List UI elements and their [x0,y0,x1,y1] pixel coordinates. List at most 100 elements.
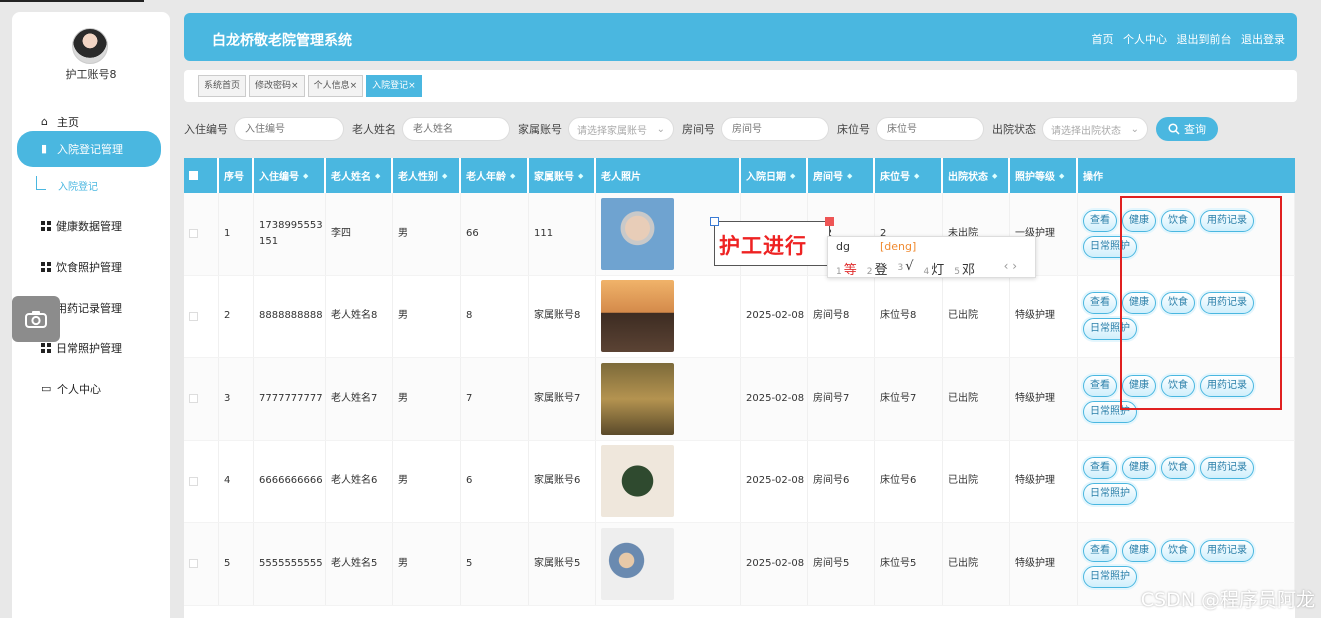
view-button[interactable]: 查看 [1083,539,1117,562]
medication-record-button[interactable]: 用药记录 [1200,539,1254,562]
checkin-code-input[interactable] [234,117,344,141]
ime-candidate[interactable]: 1等 [836,259,857,278]
checkbox[interactable] [189,559,198,569]
sort-icon[interactable]: ◆ [914,172,919,180]
elder-photo[interactable] [601,445,674,518]
bed-input[interactable] [876,117,984,141]
checkbox[interactable] [189,171,198,180]
medication-record-button[interactable]: 用药记录 [1200,457,1254,480]
row-select-cell [184,275,219,357]
sort-icon[interactable]: ◆ [1059,172,1064,180]
close-icon[interactable]: × [350,81,358,91]
checkbox[interactable] [189,394,198,404]
ime-candidate-word: 灯 [931,263,945,278]
sort-icon[interactable]: ◆ [375,172,380,180]
col-header[interactable]: 入住编号 ◆ [254,158,326,193]
elder-photo[interactable] [601,197,674,270]
col-header[interactable]: 入院日期 ◆ [741,158,808,193]
sort-icon[interactable]: ◆ [442,172,447,180]
ime-candidate[interactable]: 4灯 [924,259,945,278]
sidebar-item-diet[interactable]: 饮食照护管理 [17,249,161,285]
cell-family: 家属账号6 [529,440,596,522]
elder-photo[interactable] [601,280,674,353]
sidebar-item-health[interactable]: 健康数据管理 [17,208,161,244]
diet-button[interactable]: 饮食 [1161,539,1195,562]
query-button-label: 查询 [1184,123,1206,136]
header-link-logout[interactable]: 退出登录 [1241,33,1285,46]
sidebar-subitem-admission-register[interactable]: 入院登记 [32,176,162,198]
col-header[interactable]: 床位号 ◆ [875,158,943,193]
card-icon: ▭ [41,382,52,395]
query-button[interactable]: 查询 [1156,117,1218,141]
ime-candidate[interactable]: 5邓 [954,259,975,278]
col-header[interactable]: 老人性别 ◆ [393,158,461,193]
tab-personal-info[interactable]: 个人信息× [307,75,364,97]
view-button[interactable]: 查看 [1083,209,1117,232]
ime-candidate-number: 4 [923,267,930,277]
text-annotation-box[interactable]: 护工进行 [710,217,834,266]
discharge-status-select[interactable]: 请选择出院状态 ⌄ [1042,117,1148,141]
family-account-select[interactable]: 请选择家属账号 ⌄ [568,117,674,141]
sort-icon[interactable]: ◆ [847,172,852,180]
screenshot-camera-button[interactable] [12,296,60,342]
elder-photo[interactable] [601,527,674,600]
tab-label: 个人信息 [313,81,350,91]
room-input[interactable] [721,117,829,141]
table-row: 4 6666666666 老人姓名6 男 6 家属账号6 2025-02-08 房间号6 床位号… [184,440,1295,523]
checkbox[interactable] [189,229,198,239]
header-link-profile[interactable]: 个人中心 [1123,33,1167,46]
cell-code: 8888888888 [254,275,326,357]
col-header[interactable]: 照护等级 ◆ [1010,158,1078,193]
elder-name-input[interactable] [402,117,510,141]
close-icon[interactable]: × [291,81,299,91]
header-link-home[interactable]: 首页 [1092,33,1114,46]
cell-code: 6666666666 [254,440,326,522]
tree-branch-line [36,176,46,190]
tab-system-home[interactable]: 系统首页 [198,75,247,97]
watermark: CSDN @程序员阿龙 [1140,589,1315,611]
book-icon: ▮ [41,142,48,155]
elder-photo[interactable] [601,362,674,435]
sort-icon[interactable]: ◆ [510,172,515,180]
col-header[interactable]: 家属账号 ◆ [529,158,596,193]
view-button[interactable]: 查看 [1083,457,1117,480]
col-header[interactable]: 老人年龄 ◆ [461,158,529,193]
col-header-label: 老人年龄 [466,172,506,183]
health-button[interactable]: 健康 [1122,539,1156,562]
sidebar-item-profile[interactable]: ▭ 个人中心 [17,371,161,407]
ime-candidate[interactable]: 2登 [867,259,888,278]
col-header: 老人照片 [596,158,741,193]
sort-icon[interactable]: ◆ [578,172,583,180]
resize-handle[interactable] [710,217,719,226]
daily-care-button[interactable]: 日常照护 [1083,565,1137,588]
col-header[interactable]: 出院状态 ◆ [943,158,1010,193]
checkbox[interactable] [189,476,198,486]
avatar[interactable] [72,28,108,64]
cell-gender: 男 [393,523,461,605]
diet-button[interactable]: 饮食 [1161,457,1195,480]
close-icon[interactable]: × [408,81,416,91]
sort-icon[interactable]: ◆ [992,172,997,180]
cell-level: 特级护理 [1010,358,1078,440]
cell-age: 7 [461,358,529,440]
col-header[interactable]: 房间号 ◆ [808,158,875,193]
annotation-text: 护工进行 [719,234,807,258]
header-link-frontend[interactable]: 退出到前台 [1177,33,1232,46]
sort-icon[interactable]: ◆ [790,172,795,180]
select-all-checkbox[interactable] [184,158,219,193]
ime-candidate[interactable]: 3 √ [898,259,914,278]
view-button[interactable]: 查看 [1083,292,1117,315]
tab-change-password[interactable]: 修改密码× [249,75,305,97]
ime-page-nav[interactable]: ‹ › [1004,259,1017,273]
checkbox[interactable] [189,311,198,321]
close-icon[interactable] [825,217,834,226]
daily-care-button[interactable]: 日常照护 [1083,483,1137,506]
ime-candidate-word: 邓 [962,263,976,278]
view-button[interactable]: 查看 [1083,374,1117,397]
health-button[interactable]: 健康 [1122,457,1156,480]
sidebar-item-admission[interactable]: ▮ 入院登记管理 [17,131,161,167]
sort-icon[interactable]: ◆ [303,172,308,180]
col-header[interactable]: 老人姓名 ◆ [326,158,393,193]
cell-name: 李四 [326,193,393,275]
tab-admission-register[interactable]: 入院登记× [366,75,422,97]
